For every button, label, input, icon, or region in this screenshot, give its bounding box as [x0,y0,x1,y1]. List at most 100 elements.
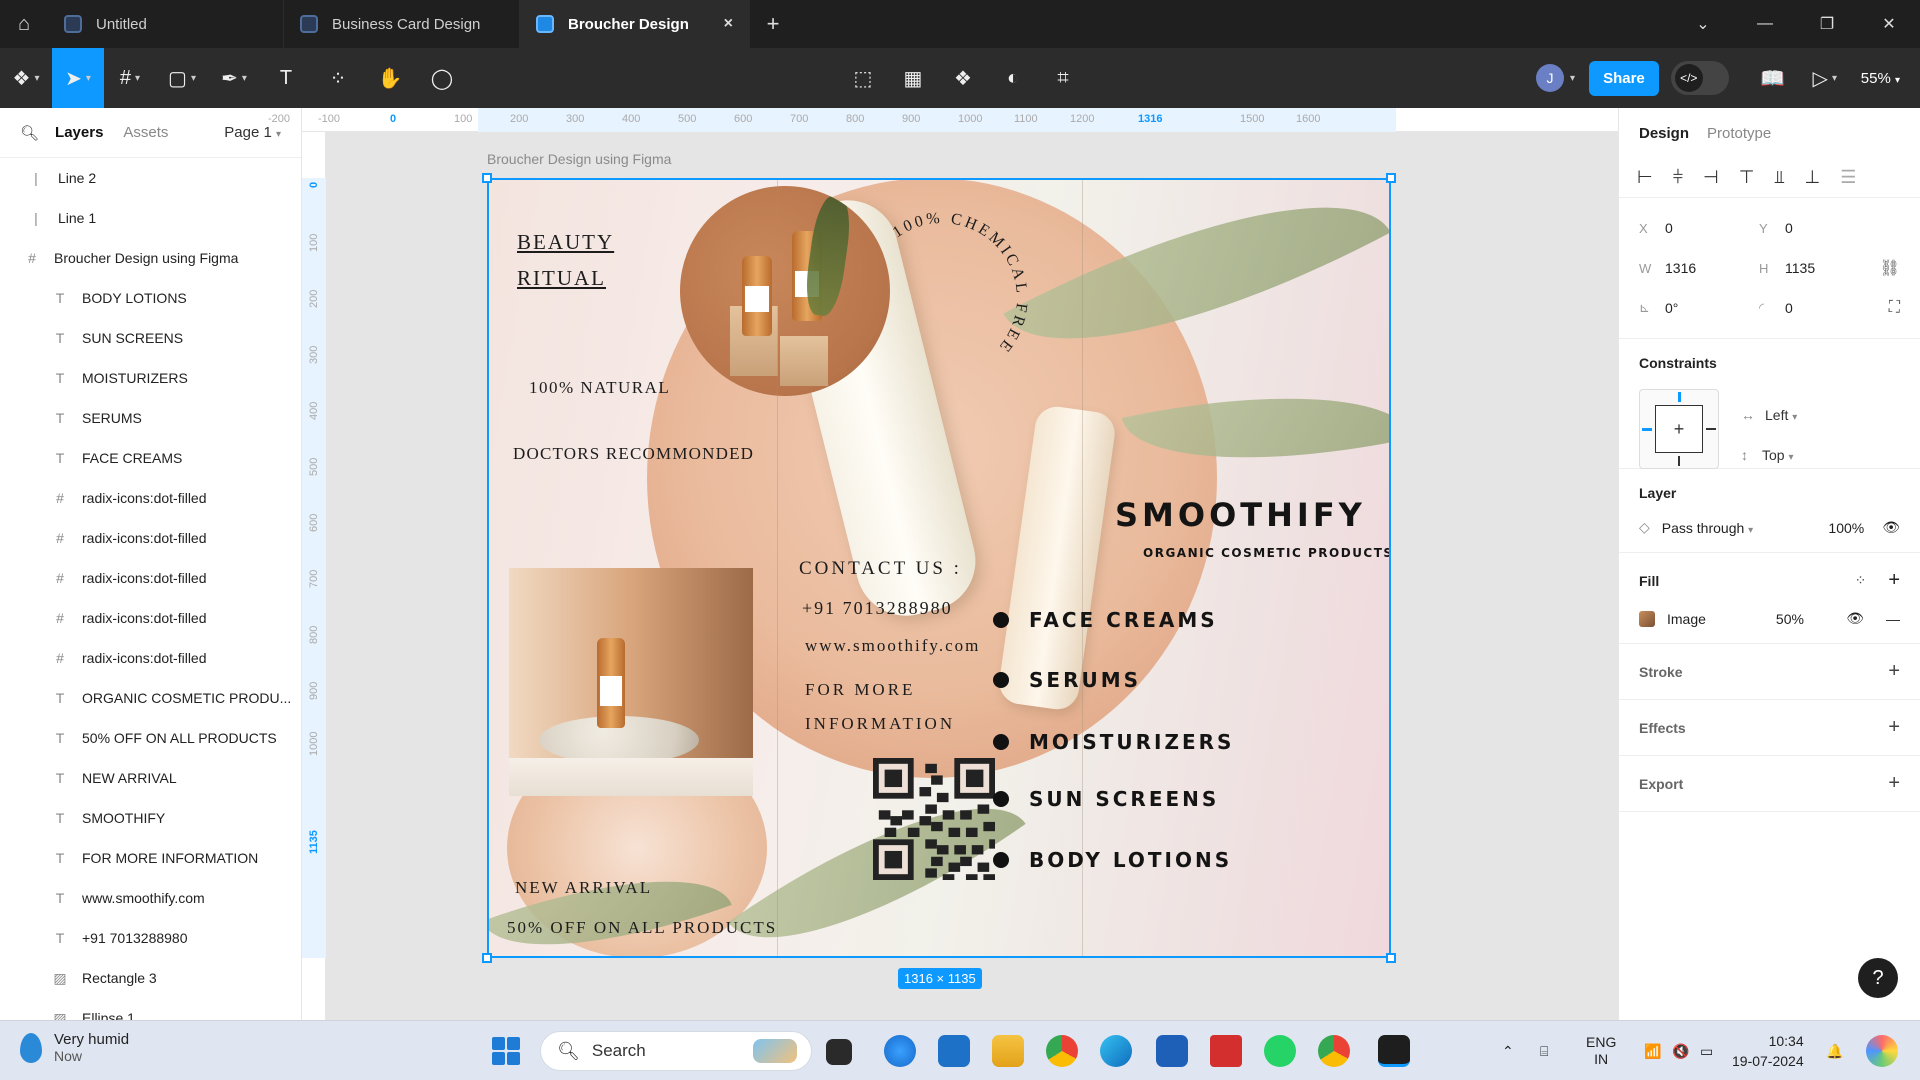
layer-row[interactable]: T ORGANIC COSMETIC PRODU... [0,678,301,718]
copilot-icon[interactable] [1866,1035,1898,1067]
vertical-constraint-select[interactable]: ↕ Top ▾ [1741,447,1794,463]
y-field[interactable]: Y0 [1759,220,1879,236]
close-window-button[interactable]: ✕ [1858,0,1920,48]
add-export-button[interactable]: + [1888,772,1900,795]
battery-icon[interactable]: ▭ [1700,1021,1713,1080]
myhp-icon[interactable] [938,1035,970,1067]
tab-untitled[interactable]: Untitled [48,0,284,48]
layer-row[interactable]: Twww.smoothify.com [0,878,301,918]
layer-row[interactable]: T FACE CREAMS [0,438,301,478]
mask-button[interactable]: ◐ [988,48,1038,108]
figma-app-icon[interactable] [1378,1035,1410,1067]
volume-muted-icon[interactable]: 🔇 [1672,1021,1689,1080]
constraint-widget[interactable]: + [1639,389,1719,469]
frame-label[interactable]: Broucher Design using Figma [487,151,671,167]
layer-row[interactable]: # radix-icons:dot-filled [0,598,301,638]
layer-row[interactable]: T SERUMS [0,398,301,438]
tray-overflow-icon[interactable]: ⌃ [1502,1021,1514,1080]
store-icon[interactable] [1156,1035,1188,1067]
align-top-icon[interactable]: ⊤ [1739,167,1755,188]
layer-row[interactable]: # radix-icons:dot-filled [0,518,301,558]
chrome-icon[interactable] [1046,1035,1078,1067]
layer-row[interactable]: T +91 7013288980 [0,918,301,958]
main-menu-button[interactable]: ❖ ▾ [0,48,52,108]
tab-business-card-design[interactable]: Business Card Design [284,0,520,48]
align-left-icon[interactable]: ⊢ [1637,167,1653,188]
dev-mode-toggle[interactable]: </> [1670,61,1729,95]
chevron-down-icon[interactable]: ▾ [1570,73,1575,84]
weather-widget[interactable]: Very humid Now [20,1031,129,1064]
constrain-proportions-icon[interactable]: ⛓ [1880,258,1900,278]
canvas[interactable]: Broucher Design using Figma BEAUTY RITUA… [326,132,1618,1020]
text-tool-button[interactable]: T [260,48,312,108]
brochure-frame[interactable]: BEAUTY RITUAL 100% NATURAL DOCTORS RECOM… [487,178,1391,958]
align-right-icon[interactable]: ⊣ [1703,167,1719,188]
layer-row[interactable]: T FOR MORE INFORMATION [0,838,301,878]
layer-row[interactable]: ▨ Ellipse 1 [0,998,301,1021]
tab-prototype[interactable]: Prototype [1707,125,1771,142]
resources-button[interactable]: ⁘ [312,48,364,108]
layout-grid-button[interactable]: ▦ [888,48,938,108]
avatar[interactable]: J [1536,64,1565,92]
hand-tool-button[interactable]: ✋ [364,48,416,108]
layer-row[interactable]: # radix-icons:dot-filled [0,478,301,518]
blend-mode-select[interactable]: Pass through ▾ [1662,520,1753,536]
layer-row[interactable]: T SUN SCREENS [0,318,301,358]
task-view-icon[interactable] [826,1039,852,1065]
clock[interactable]: 10:34 19-07-2024 [1732,1031,1804,1071]
independent-corners-icon[interactable]: ⛶ [1889,299,1900,317]
width-field[interactable]: W 1316 [1639,260,1759,276]
tab-assets[interactable]: Assets [123,124,168,141]
tab-broucher-design[interactable]: Broucher Design × [520,0,750,48]
minimize-button[interactable]: — [1734,0,1796,48]
shape-tool-button[interactable]: ▢ ▾ [156,48,208,108]
home-icon[interactable]: ⌂ [0,0,48,48]
layer-row[interactable]: T BODY LOTIONS [0,278,301,318]
component-button[interactable]: ❖ [938,48,988,108]
layer-row[interactable]: T SMOOTHIFY [0,798,301,838]
layer-row[interactable]: | Line 2 [0,158,301,198]
crop-button[interactable]: ⌗ [1038,48,1088,108]
align-horizontal-center-icon[interactable]: ⫩ [1673,167,1683,188]
tab-layers[interactable]: Layers [55,124,103,141]
new-tab-button[interactable]: + [750,0,796,48]
share-button[interactable]: Share [1589,60,1659,96]
layer-row[interactable]: T 50% OFF ON ALL PRODUCTS [0,718,301,758]
notification-bell-icon[interactable]: 🔔 [1826,1021,1843,1080]
image-fill-swatch[interactable] [1639,610,1655,627]
comment-tool-button[interactable]: ◯ [416,48,468,108]
resize-handle[interactable] [482,173,492,183]
align-bottom-icon[interactable]: ⊥ [1805,167,1821,188]
edge-icon[interactable] [1100,1035,1132,1067]
pen-tool-button[interactable]: ✒ ▾ [208,48,260,108]
close-tab-icon[interactable]: × [724,15,733,33]
transform-button[interactable]: ⬚ [838,48,888,108]
chrome-profile-icon[interactable] [1318,1035,1350,1067]
layer-row[interactable]: ▨ Rectangle 3 [0,958,301,998]
eye-icon[interactable]: 👁 [1882,519,1900,536]
present-button[interactable]: ▷ ▾ [1799,48,1851,108]
horizontal-constraint-select[interactable]: ↔ Left ▾ [1741,407,1797,423]
distribute-icon[interactable]: ☰ [1840,167,1856,188]
network-status-icon[interactable]: ⌸ [1540,1021,1548,1080]
library-button[interactable]: 📖 [1747,48,1799,108]
tab-design[interactable]: Design [1639,125,1689,142]
align-vertical-center-icon[interactable]: ⫫ [1774,167,1784,188]
add-effect-button[interactable]: + [1888,716,1900,739]
layer-row[interactable]: # radix-icons:dot-filled [0,638,301,678]
resize-handle[interactable] [1386,953,1396,963]
mcafee-icon[interactable] [1210,1035,1242,1067]
wifi-icon[interactable]: 📶 [1644,1021,1661,1080]
language-indicator[interactable]: ENG IN [1586,1021,1616,1080]
layer-row[interactable]: T NEW ARRIVAL [0,758,301,798]
add-fill-button[interactable]: + [1888,569,1900,592]
help-app-icon[interactable] [884,1035,916,1067]
remove-fill-button[interactable]: — [1886,611,1900,627]
move-tool-button[interactable]: ➤ ▾ [52,48,104,108]
resize-handle[interactable] [1386,173,1396,183]
eye-icon[interactable]: 👁 [1846,610,1864,627]
x-field[interactable]: X0 [1639,220,1759,236]
corner-radius-field[interactable]: ◜ 0 [1759,300,1879,316]
whatsapp-icon[interactable] [1264,1035,1296,1067]
fill-opacity[interactable]: 50% [1776,611,1804,627]
